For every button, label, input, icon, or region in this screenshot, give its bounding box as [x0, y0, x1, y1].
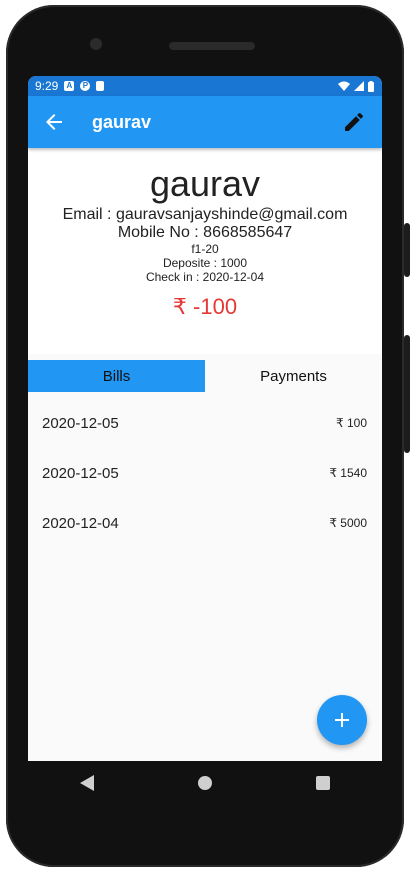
- front-camera: [90, 38, 102, 50]
- recents-square-icon[interactable]: [316, 776, 330, 790]
- bill-amount: ₹ 1540: [329, 466, 367, 480]
- customer-name: gaurav: [149, 163, 261, 204]
- tab-bills[interactable]: Bills: [28, 360, 205, 392]
- bill-row[interactable]: 2020-12-05 ₹ 1540: [28, 448, 382, 498]
- plus-icon: [335, 713, 349, 727]
- app-screen: 9:29 A P gaurav gaurav Email : gauravsan…: [28, 76, 382, 761]
- bills-list: 2020-12-05 ₹ 100 2020-12-05 ₹ 1540 2020-…: [28, 398, 382, 548]
- bill-row[interactable]: 2020-12-04 ₹ 5000: [28, 498, 382, 548]
- tab-payments[interactable]: Payments: [205, 360, 382, 392]
- volume-button: [404, 223, 410, 277]
- a-notification-icon: A: [64, 81, 75, 91]
- back-triangle-icon[interactable]: [80, 775, 94, 791]
- bill-amount: ₹ 5000: [329, 516, 367, 530]
- tab-bar: Bills Payments: [28, 360, 382, 392]
- bill-date: 2020-12-05: [42, 414, 119, 432]
- system-nav-bar: [28, 761, 382, 805]
- room-number: f1-20: [191, 242, 219, 256]
- earpiece-speaker: [169, 42, 255, 50]
- deposit-amount: Deposite : 1000: [162, 256, 248, 270]
- customer-email: Email : gauravsanjayshinde@gmail.com: [62, 206, 348, 223]
- wifi-icon: [338, 81, 350, 91]
- bill-row[interactable]: 2020-12-05 ₹ 100: [28, 398, 382, 448]
- battery-icon: [368, 80, 374, 92]
- bill-amount: ₹ 100: [336, 416, 367, 430]
- profile-card: gaurav Email : gauravsanjayshinde@gmail.…: [28, 148, 382, 354]
- sim-icon: [96, 81, 105, 91]
- balance-amount: ₹ -100: [172, 294, 238, 319]
- status-bar: 9:29 A P: [28, 76, 382, 96]
- p-notification-icon: P: [80, 81, 91, 91]
- edit-pencil-icon[interactable]: [342, 110, 366, 134]
- customer-mobile: Mobile No : 8668585647: [117, 224, 293, 241]
- status-time: 9:29: [35, 79, 59, 93]
- power-button: [404, 335, 410, 453]
- app-bar-title: gaurav: [92, 112, 152, 132]
- back-arrow-icon[interactable]: [42, 110, 66, 134]
- signal-icon: [354, 81, 364, 91]
- bill-date: 2020-12-05: [42, 464, 119, 482]
- home-circle-icon[interactable]: [198, 776, 212, 790]
- check-in-date: Check in : 2020-12-04: [145, 270, 265, 284]
- bill-date: 2020-12-04: [42, 514, 119, 532]
- add-fab-button[interactable]: [317, 695, 367, 745]
- app-bar: gaurav: [28, 96, 382, 148]
